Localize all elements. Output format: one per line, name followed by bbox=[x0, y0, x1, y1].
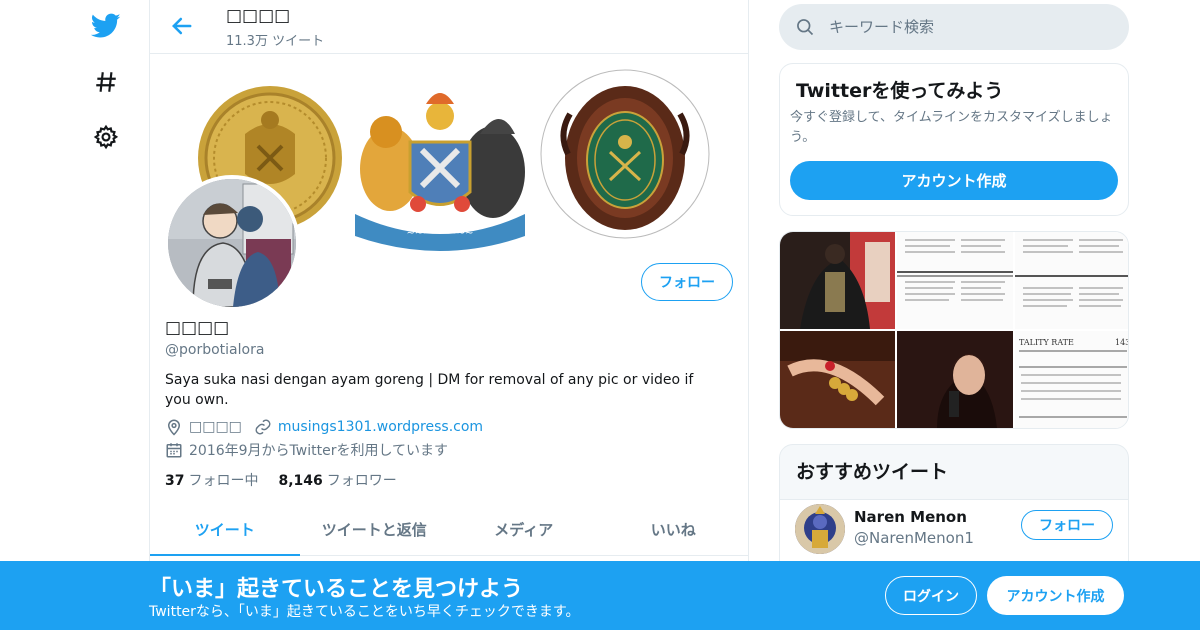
follow-counts: 37 フォロー中 8,146 フォロワー bbox=[165, 470, 417, 490]
search-icon bbox=[795, 17, 815, 37]
recommended-user-name[interactable]: Naren Menon bbox=[854, 508, 967, 526]
signup-prompt-bar: 「いま」起きていることを見つけよう Twitterなら、「いま」起きていることを… bbox=[0, 561, 1200, 630]
followers-label: フォロワー bbox=[326, 473, 397, 489]
location-pin-icon bbox=[165, 418, 183, 436]
hashtag-icon[interactable] bbox=[90, 66, 122, 98]
media-thumbnail[interactable] bbox=[780, 331, 895, 428]
header-profile-name: □□□□ bbox=[226, 6, 291, 26]
create-account-button[interactable]: アカウント作成 bbox=[790, 161, 1118, 200]
gear-icon[interactable] bbox=[90, 121, 122, 153]
recommended-user-avatar[interactable] bbox=[795, 504, 845, 554]
tab-media[interactable]: メディア bbox=[449, 503, 599, 555]
media-thumbnail[interactable] bbox=[780, 232, 895, 329]
profile-location: □□□□ bbox=[189, 419, 242, 435]
signup-card-title: Twitterを使ってみよう bbox=[796, 80, 1004, 102]
profile-joined-date: 2016年9月からTwitterを利用しています bbox=[189, 443, 449, 459]
following-label: フォロー中 bbox=[188, 473, 259, 489]
media-thumbnail[interactable] bbox=[897, 232, 1013, 329]
profile-column: □□□□ 11.3万 ツイート ~~~~~~~~ フォロー □□□□ @porb… bbox=[149, 0, 749, 630]
twitter-bird-icon[interactable] bbox=[90, 10, 122, 42]
profile-meta-joined: 2016年9月からTwitterを利用しています bbox=[165, 440, 448, 460]
followers-count-link[interactable]: 8,146 フォロワー bbox=[278, 470, 396, 490]
followers-count: 8,146 bbox=[278, 473, 323, 489]
header-tweet-count: 11.3万 ツイート bbox=[226, 34, 325, 49]
svg-text:~~~~~~~~: ~~~~~~~~ bbox=[406, 228, 473, 239]
signup-card-subtitle: 今すぐ登録して、タイムラインをカスタマイズしましょう。 bbox=[790, 110, 1113, 145]
tab-likes[interactable]: いいね bbox=[599, 503, 749, 555]
recommended-tweets-card: おすすめツイート Naren Menon @NarenMenon1 フォロー bbox=[779, 444, 1129, 574]
recommended-title: おすすめツイート bbox=[796, 461, 949, 483]
recommended-follow-button[interactable]: フォロー bbox=[1021, 510, 1113, 540]
prompt-title: 「いま」起きていることを見つけよう bbox=[149, 577, 524, 602]
back-arrow-icon[interactable] bbox=[168, 12, 196, 40]
tab-tweets-and-replies[interactable]: ツイートと返信 bbox=[300, 503, 450, 555]
profile-website-link[interactable]: musings1301.wordpress.com bbox=[278, 419, 483, 435]
login-button[interactable]: ログイン bbox=[885, 576, 977, 615]
following-count-link[interactable]: 37 フォロー中 bbox=[165, 470, 258, 490]
profile-meta-location-website: □□□□ musings1301.wordpress.com bbox=[165, 418, 483, 436]
link-icon bbox=[254, 418, 272, 436]
signup-card: Twitterを使ってみよう 今すぐ登録して、タイムラインをカスタマイズしましょ… bbox=[779, 63, 1129, 216]
search-input[interactable] bbox=[829, 18, 1109, 36]
profile-handle: @porbotialora bbox=[165, 342, 265, 358]
media-thumbnail[interactable] bbox=[897, 331, 1013, 428]
svg-text:143: 143 bbox=[1115, 338, 1129, 347]
profile-tabs: ツイート ツイートと返信 メディア いいね bbox=[150, 503, 748, 556]
recommended-user-row[interactable]: Naren Menon @NarenMenon1 フォロー bbox=[780, 499, 1128, 569]
media-thumbnail[interactable]: TALITY RATE 143 bbox=[1015, 331, 1129, 428]
profile-bio: Saya suka nasi dengan ayam goreng | DM f… bbox=[165, 372, 694, 408]
follow-button[interactable]: フォロー bbox=[641, 263, 733, 301]
prompt-subtitle: Twitterなら、「いま」起きていることをいち早くチェックできます。 bbox=[149, 604, 580, 620]
svg-text:TALITY RATE: TALITY RATE bbox=[1019, 338, 1074, 347]
following-count: 37 bbox=[165, 473, 185, 489]
recommended-user-handle: @NarenMenon1 bbox=[854, 529, 974, 547]
media-gallery: TALITY RATE 143 bbox=[779, 231, 1129, 429]
media-thumbnail[interactable] bbox=[1015, 232, 1128, 329]
profile-name: □□□□ bbox=[165, 318, 230, 338]
search-bar bbox=[779, 4, 1129, 50]
bottom-create-account-button[interactable]: アカウント作成 bbox=[987, 576, 1124, 615]
profile-header-bar: □□□□ 11.3万 ツイート bbox=[150, 0, 748, 54]
calendar-icon bbox=[165, 441, 183, 459]
profile-avatar[interactable] bbox=[164, 175, 300, 311]
tab-tweets[interactable]: ツイート bbox=[150, 503, 300, 556]
